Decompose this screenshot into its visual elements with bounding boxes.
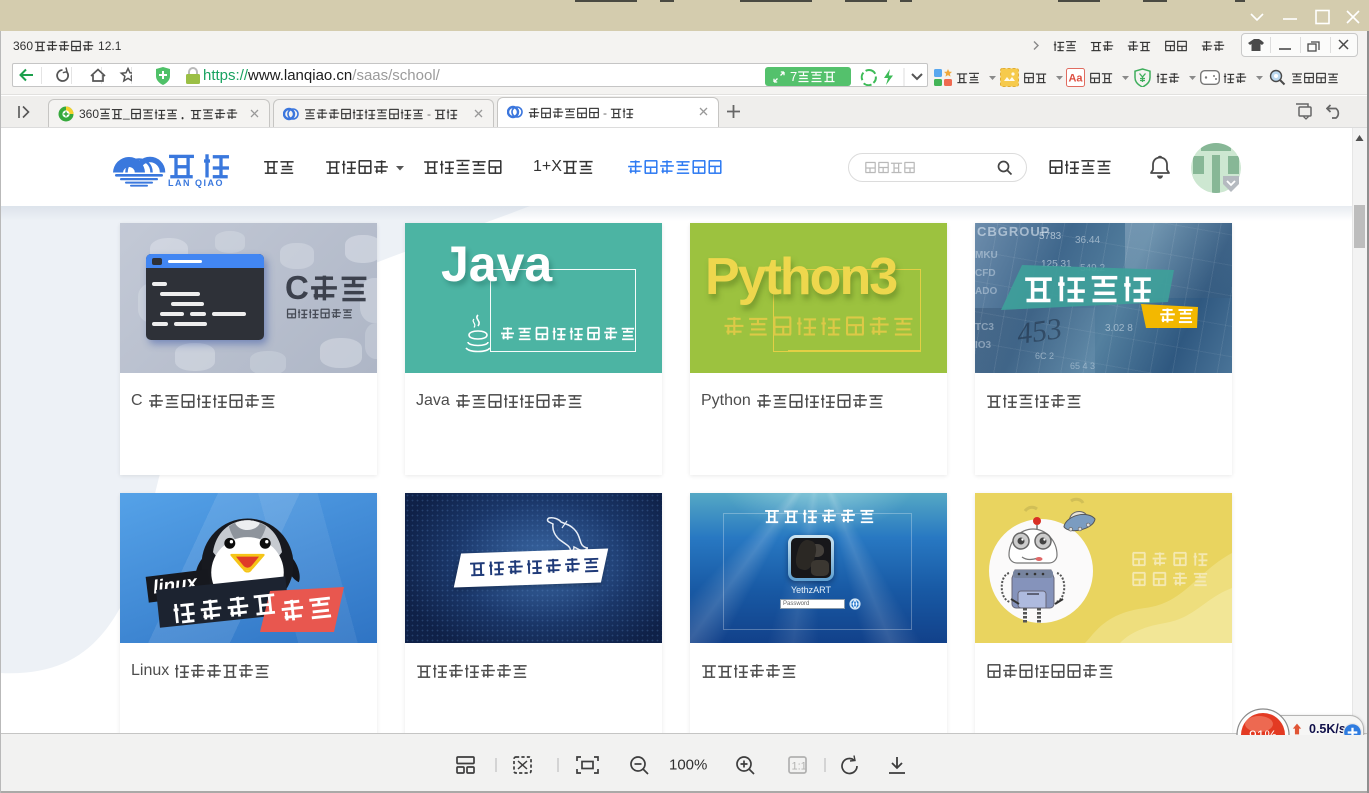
svg-text:91%: 91%: [1249, 727, 1277, 735]
svg-text:Aa: Aa: [1068, 73, 1083, 85]
svg-text:1:1: 1:1: [792, 761, 807, 773]
svg-text:100%: 100%: [669, 757, 707, 774]
